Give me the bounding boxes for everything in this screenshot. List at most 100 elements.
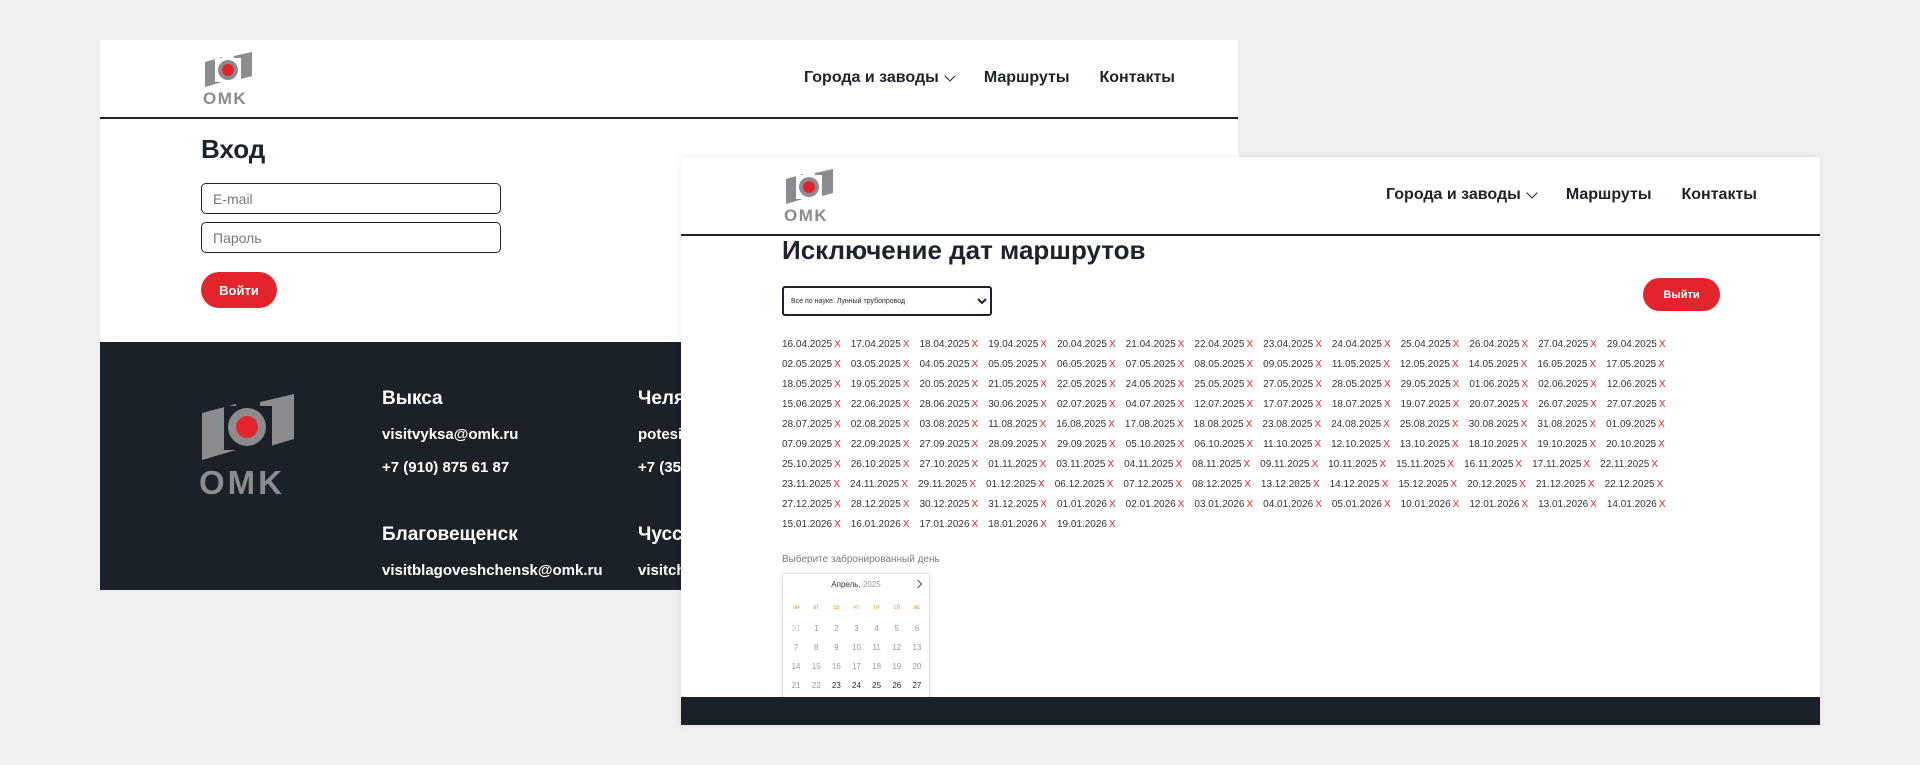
remove-date-button[interactable]: X xyxy=(1659,499,1666,510)
remove-date-button[interactable]: X xyxy=(1589,439,1596,450)
remove-date-button[interactable]: X xyxy=(1658,419,1665,430)
remove-date-button[interactable]: X xyxy=(1450,479,1457,490)
remove-date-button[interactable]: X xyxy=(1040,519,1047,530)
footer-phone-chelyabinsk[interactable]: +7 (35 xyxy=(638,459,681,476)
remove-date-button[interactable]: X xyxy=(1038,479,1045,490)
remove-date-button[interactable]: X xyxy=(972,359,979,370)
remove-date-button[interactable]: X xyxy=(1515,459,1522,470)
remove-date-button[interactable]: X xyxy=(972,499,979,510)
remove-date-button[interactable]: X xyxy=(1447,459,1454,470)
remove-date-button[interactable]: X xyxy=(834,399,841,410)
email-field[interactable] xyxy=(201,183,501,214)
remove-date-button[interactable]: X xyxy=(1040,499,1047,510)
nav-cities[interactable]: Города и заводы xyxy=(1386,186,1538,204)
remove-date-button[interactable]: X xyxy=(1589,359,1596,370)
remove-date-button[interactable]: X xyxy=(1521,499,1528,510)
remove-date-button[interactable]: X xyxy=(903,399,910,410)
omk-footer-logo[interactable]: OMK xyxy=(199,394,297,498)
remove-date-button[interactable]: X xyxy=(1384,499,1391,510)
remove-date-button[interactable]: X xyxy=(903,419,910,430)
remove-date-button[interactable]: X xyxy=(1244,479,1251,490)
remove-date-button[interactable]: X xyxy=(1107,479,1114,490)
password-field[interactable] xyxy=(201,222,501,253)
remove-date-button[interactable]: X xyxy=(1109,439,1116,450)
login-button[interactable]: Войти xyxy=(201,272,277,308)
route-select[interactable]: Все по науке. Лунный трубопровод xyxy=(782,286,992,316)
remove-date-button[interactable]: X xyxy=(1521,399,1528,410)
remove-date-button[interactable]: X xyxy=(1175,459,1182,470)
remove-date-button[interactable]: X xyxy=(972,519,979,530)
remove-date-button[interactable]: X xyxy=(834,419,841,430)
remove-date-button[interactable]: X xyxy=(1315,399,1322,410)
calendar-day[interactable]: 25 xyxy=(867,676,887,695)
remove-date-button[interactable]: X xyxy=(1379,459,1386,470)
remove-date-button[interactable]: X xyxy=(1382,479,1389,490)
remove-date-button[interactable]: X xyxy=(1313,479,1320,490)
remove-date-button[interactable]: X xyxy=(969,479,976,490)
remove-date-button[interactable]: X xyxy=(1178,359,1185,370)
remove-date-button[interactable]: X xyxy=(1108,459,1115,470)
remove-date-button[interactable]: X xyxy=(1521,439,1528,450)
remove-date-button[interactable]: X xyxy=(1658,439,1665,450)
remove-date-button[interactable]: X xyxy=(1383,439,1390,450)
remove-date-button[interactable]: X xyxy=(1583,459,1590,470)
remove-date-button[interactable]: X xyxy=(1453,499,1460,510)
remove-date-button[interactable]: X xyxy=(1109,399,1116,410)
nav-contacts[interactable]: Контакты xyxy=(1682,186,1757,204)
remove-date-button[interactable]: X xyxy=(1175,479,1182,490)
remove-date-button[interactable]: X xyxy=(1243,459,1250,470)
calendar-day[interactable]: 24 xyxy=(846,676,866,695)
logout-button[interactable]: Выйти xyxy=(1643,278,1720,311)
remove-date-button[interactable]: X xyxy=(1040,359,1047,370)
remove-date-button[interactable]: X xyxy=(834,359,841,370)
remove-date-button[interactable]: X xyxy=(972,439,979,450)
remove-date-button[interactable]: X xyxy=(972,339,979,350)
remove-date-button[interactable]: X xyxy=(1177,419,1184,430)
remove-date-button[interactable]: X xyxy=(1109,499,1116,510)
remove-date-button[interactable]: X xyxy=(1178,499,1185,510)
remove-date-button[interactable]: X xyxy=(1452,419,1459,430)
remove-date-button[interactable]: X xyxy=(1658,359,1665,370)
remove-date-button[interactable]: X xyxy=(1314,439,1321,450)
remove-date-button[interactable]: X xyxy=(834,379,841,390)
footer-email-chelyabinsk[interactable]: potesi xyxy=(638,426,682,443)
remove-date-button[interactable]: X xyxy=(901,479,908,490)
remove-date-button[interactable]: X xyxy=(1521,339,1528,350)
remove-date-button[interactable]: X xyxy=(903,379,910,390)
omk-logo[interactable]: OMK xyxy=(783,169,835,223)
remove-date-button[interactable]: X xyxy=(1178,439,1185,450)
remove-date-button[interactable]: X xyxy=(833,479,840,490)
remove-date-button[interactable]: X xyxy=(1452,439,1459,450)
remove-date-button[interactable]: X xyxy=(1384,399,1391,410)
remove-date-button[interactable]: X xyxy=(1519,479,1526,490)
remove-date-button[interactable]: X xyxy=(1659,339,1666,350)
remove-date-button[interactable]: X xyxy=(972,419,979,430)
remove-date-button[interactable]: X xyxy=(903,439,910,450)
remove-date-button[interactable]: X xyxy=(1178,379,1185,390)
remove-date-button[interactable]: X xyxy=(1040,419,1047,430)
remove-date-button[interactable]: X xyxy=(972,379,979,390)
remove-date-button[interactable]: X xyxy=(1453,339,1460,350)
remove-date-button[interactable]: X xyxy=(1590,499,1597,510)
remove-date-button[interactable]: X xyxy=(1178,339,1185,350)
remove-date-button[interactable]: X xyxy=(1109,339,1116,350)
remove-date-button[interactable]: X xyxy=(1453,399,1460,410)
remove-date-button[interactable]: X xyxy=(1040,459,1047,470)
calendar-day[interactable]: 27 xyxy=(907,676,927,695)
remove-date-button[interactable]: X xyxy=(1109,519,1116,530)
remove-date-button[interactable]: X xyxy=(1246,499,1253,510)
remove-date-button[interactable]: X xyxy=(1040,439,1047,450)
remove-date-button[interactable]: X xyxy=(903,499,910,510)
remove-date-button[interactable]: X xyxy=(1452,359,1459,370)
remove-date-button[interactable]: X xyxy=(1590,399,1597,410)
remove-date-button[interactable]: X xyxy=(1521,379,1528,390)
nav-routes[interactable]: Маршруты xyxy=(1566,186,1652,204)
calendar-day[interactable]: 23 xyxy=(826,676,846,695)
remove-date-button[interactable]: X xyxy=(1588,479,1595,490)
remove-date-button[interactable]: X xyxy=(1315,359,1322,370)
remove-date-button[interactable]: X xyxy=(1311,459,1318,470)
remove-date-button[interactable]: X xyxy=(834,459,841,470)
remove-date-button[interactable]: X xyxy=(972,459,979,470)
remove-date-button[interactable]: X xyxy=(1246,379,1253,390)
remove-date-button[interactable]: X xyxy=(1109,359,1116,370)
